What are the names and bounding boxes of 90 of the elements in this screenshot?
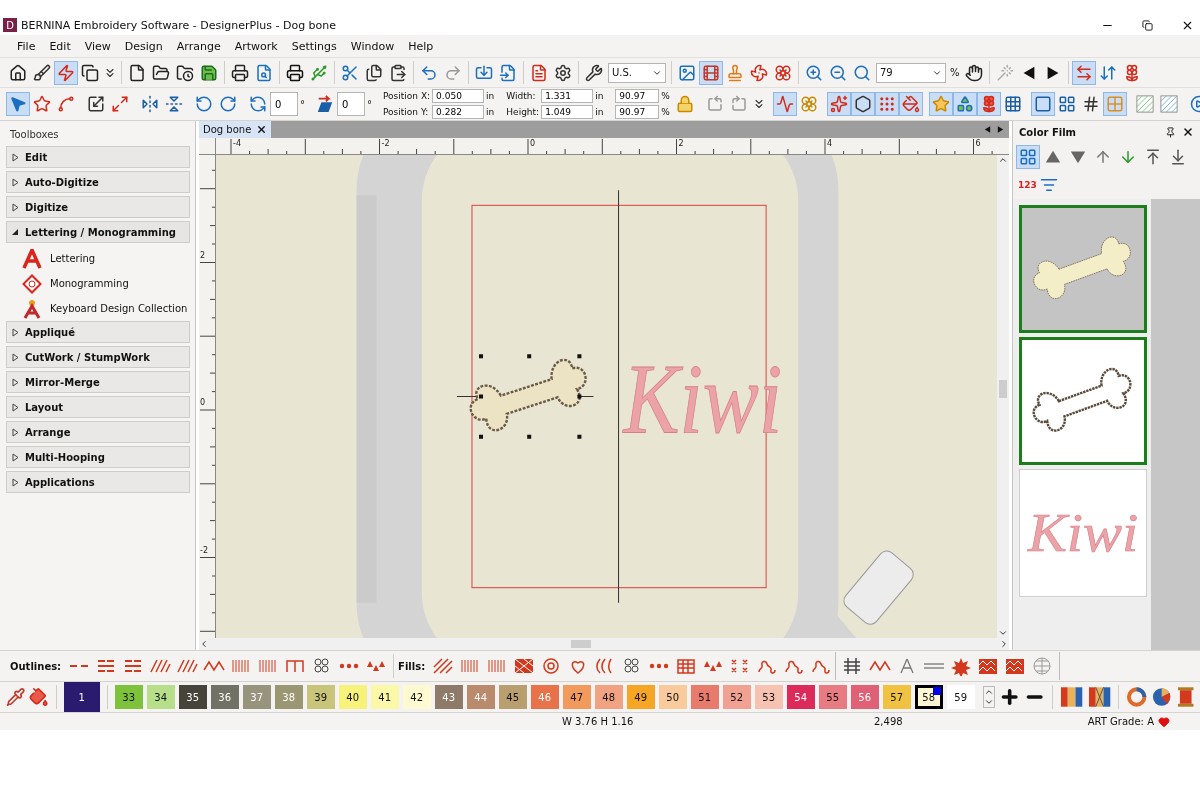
color-swatch[interactable]: 47	[562, 685, 591, 709]
menu-item[interactable]: Artwork	[227, 39, 285, 53]
toolbox-section[interactable]: Lettering / Monogramming	[6, 221, 190, 243]
toolbox-item[interactable]: Lettering	[0, 246, 195, 271]
slant-field[interactable]: 0	[337, 92, 365, 116]
field-label: Height:	[506, 107, 540, 117]
menu-item[interactable]: Arrange	[169, 39, 228, 53]
rotation-field[interactable]: 0	[270, 92, 298, 116]
menu-item[interactable]: Design	[117, 39, 170, 53]
value-field[interactable]: 1.331	[541, 89, 594, 103]
color-swatch[interactable]: 40	[338, 685, 367, 709]
fills-label: Fills:	[398, 660, 426, 672]
toolbox-section[interactable]: Applications	[6, 471, 190, 493]
color-swatch[interactable]: 59	[946, 685, 975, 709]
menu-item[interactable]: Settings	[284, 39, 344, 53]
stitch-count: 2,498	[874, 716, 904, 727]
outlines-label: Outlines:	[10, 660, 62, 672]
ruler-label: -4	[233, 139, 241, 148]
color-swatch[interactable]: 34	[146, 685, 175, 709]
toolbox-section[interactable]: Layout	[6, 396, 190, 418]
toolbox-section[interactable]: Multi-Hooping	[6, 446, 190, 468]
ruler-label: 6	[975, 139, 981, 148]
menu-item[interactable]: View	[77, 39, 118, 53]
embroidery-text: Kiwi	[1027, 501, 1132, 563]
zoom-unit: %	[949, 67, 961, 78]
color-swatch[interactable]: 33	[114, 685, 143, 709]
menu-item[interactable]: Window	[343, 39, 402, 53]
color-swatch[interactable]: 36	[210, 685, 239, 709]
menu-item[interactable]: Help	[401, 39, 441, 53]
menu-item[interactable]: File	[10, 39, 43, 53]
value-field[interactable]: 1.049	[541, 105, 594, 119]
color-swatch[interactable]: 45	[498, 685, 527, 709]
color-swatch[interactable]: 39	[306, 685, 335, 709]
value-field[interactable]: 0.282	[432, 105, 485, 119]
menu-item[interactable]: Edit	[42, 39, 78, 53]
degree-unit: °	[299, 98, 306, 110]
unit-label: in	[595, 91, 604, 101]
color-swatch[interactable]: 52	[722, 685, 751, 709]
unit-label: in	[595, 107, 604, 117]
order-button[interactable]: 123	[1016, 173, 1039, 197]
toolbox-section[interactable]: Mirror-Merge	[6, 371, 190, 393]
field-label: Position X:	[383, 91, 431, 101]
color-swatch[interactable]: 53	[754, 685, 783, 709]
zoom-dropdown[interactable]: 79	[876, 62, 946, 83]
panel-title: Color Film	[1019, 126, 1078, 138]
unit-label: %	[661, 107, 670, 117]
toolbox-section[interactable]: Digitize	[6, 196, 190, 218]
toolbox-section[interactable]: Edit	[6, 146, 190, 168]
toolbox-section[interactable]: CutWork / StumpWork	[6, 346, 190, 368]
design-size: W 3.76 H 1.16	[562, 716, 635, 727]
toolbox-item[interactable]: Keyboard Design Collection	[0, 296, 195, 321]
ruler-label: 0	[530, 139, 536, 148]
toolbox-section[interactable]: Appliqué	[6, 321, 190, 343]
color-swatch[interactable]: 55	[818, 685, 847, 709]
window-title: BERNINA Embroidery Software - DesignerPlus - Dog bone	[21, 18, 338, 32]
degree-unit: °	[366, 98, 373, 110]
color-swatch[interactable]: 54	[786, 685, 815, 709]
color-swatch[interactable]: 35	[178, 685, 207, 709]
ruler-label: -2	[381, 139, 390, 148]
color-swatch[interactable]: 48	[594, 685, 623, 709]
color-swatch[interactable]: 43	[434, 685, 463, 709]
toolbox-section[interactable]: Auto-Digitize	[6, 171, 190, 193]
toolbox-item[interactable]: Monogramming	[0, 271, 195, 296]
color-swatch[interactable]: 49	[626, 685, 655, 709]
units-dropdown[interactable]: U.S.	[608, 62, 666, 83]
color-swatch[interactable]: 57	[882, 685, 911, 709]
ruler-label: -2	[200, 545, 208, 555]
unit-label: in	[486, 107, 495, 117]
field-label: Position Y:	[383, 107, 430, 117]
toolbox-section[interactable]: Arrange	[6, 421, 190, 443]
field-label: Width:	[506, 91, 537, 101]
color-swatch[interactable]: 51	[690, 685, 719, 709]
app-logo: D	[3, 18, 17, 32]
scale-field[interactable]: 90.97	[615, 89, 660, 103]
color-swatch[interactable]: 41	[370, 685, 399, 709]
color-swatch[interactable]: 42	[402, 685, 431, 709]
ruler-label: 2	[678, 139, 684, 148]
art-grade: ART Grade: A	[1087, 716, 1154, 727]
unit-label: %	[661, 91, 670, 101]
ruler-label: 0	[200, 398, 206, 407]
color-swatch[interactable]: 58	[914, 685, 943, 709]
scale-field[interactable]: 90.97	[615, 105, 660, 119]
panel-title: Toolboxes	[9, 128, 60, 142]
ruler-label: 4	[827, 139, 833, 148]
unit-label: in	[486, 91, 495, 101]
document-tab[interactable]: Dog bone	[199, 121, 272, 138]
color-swatch[interactable]: 1	[63, 682, 100, 712]
color-swatch[interactable]: 50	[658, 685, 687, 709]
value-field[interactable]: 0.050	[432, 89, 485, 103]
ruler-label: 2	[200, 250, 206, 260]
